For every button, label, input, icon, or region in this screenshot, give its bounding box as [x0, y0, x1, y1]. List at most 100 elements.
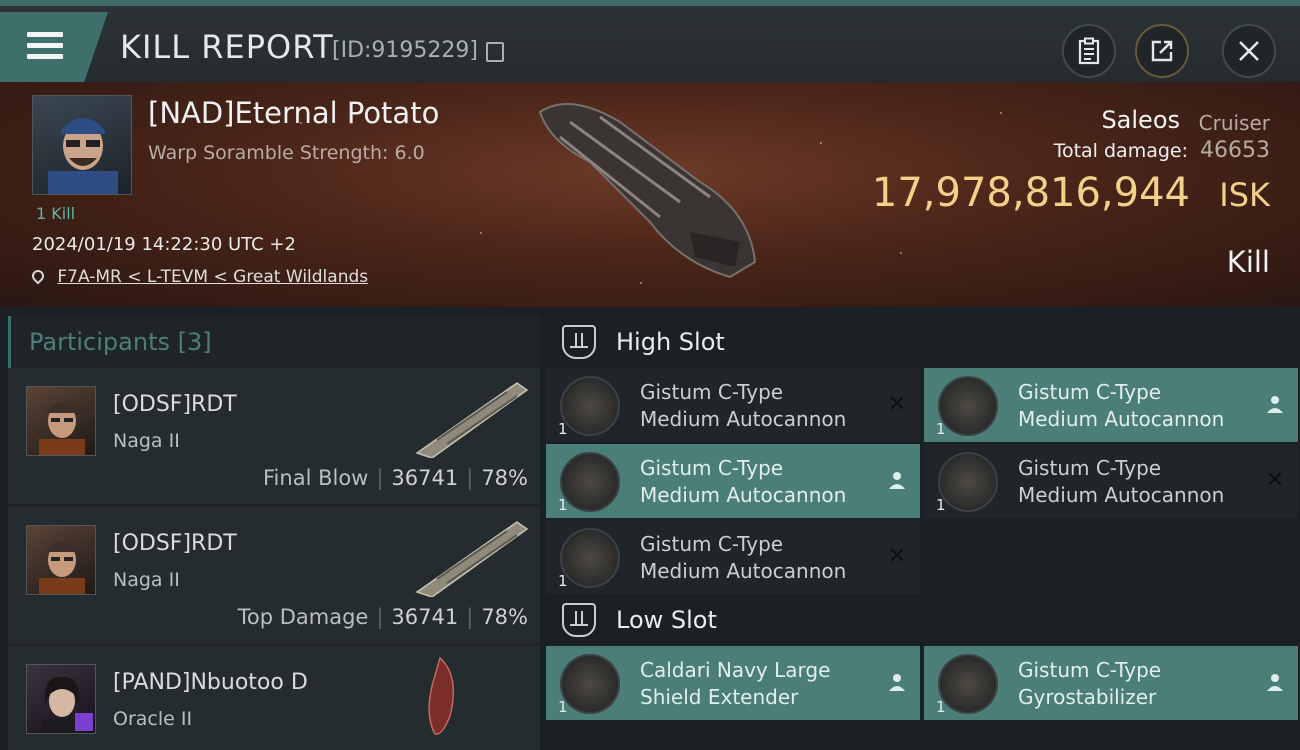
- report-id: [ID:9195229]: [332, 38, 478, 63]
- participant-stats: Final Blow | 36741 | 78%: [263, 466, 528, 490]
- module-type: Medium Autocannon: [1018, 407, 1225, 431]
- kill-location: F7A-MR < L-TEVM < Great Wildlands: [29, 267, 368, 287]
- participant-percent: 78%: [481, 466, 528, 490]
- participant-role: Top Damage: [237, 605, 369, 629]
- module-name: Gistum C-Type: [640, 456, 784, 480]
- copy-icon[interactable]: [486, 42, 504, 62]
- destroyed-icon: ✕: [887, 543, 907, 569]
- low-slot-grid: 1 Caldari Navy Large Shield Extender 1 G…: [546, 646, 1300, 720]
- participant-ship: Naga II: [113, 569, 180, 591]
- high-slot-header: High Slot: [546, 316, 1300, 368]
- victim-name[interactable]: [NAD]Eternal Potato: [148, 96, 439, 130]
- location-pin-icon: [29, 267, 47, 285]
- participants-label: Participants: [29, 328, 170, 356]
- share-button[interactable]: [1135, 24, 1189, 78]
- participant-name: [PAND]Nbuotoo D: [113, 670, 308, 695]
- autocannon-icon: [560, 376, 620, 436]
- low-slot-label: Low Slot: [616, 606, 717, 634]
- fitting-panel: High Slot 1 Gistum C-Type Medium Autocan…: [546, 316, 1300, 750]
- destroyed-icon: ✕: [1265, 467, 1285, 493]
- module-qty: 1: [558, 698, 568, 716]
- isk-value: 17,978,816,944: [871, 170, 1190, 216]
- participant-ship: Naga II: [113, 430, 180, 452]
- clipboard-icon: [1078, 37, 1100, 65]
- kill-type: Kill: [1226, 245, 1270, 279]
- autocannon-icon: [938, 376, 998, 436]
- header-bar: KILL REPORT [ID:9195229]: [0, 0, 1300, 82]
- high-slot-grid: 1 Gistum C-Type Medium Autocannon ✕ 1 Gi…: [546, 368, 1300, 594]
- module-item[interactable]: 1 Gistum C-Type Gyrostabilizer: [924, 646, 1298, 720]
- dropped-person-icon: [889, 674, 905, 691]
- page-title: KILL REPORT: [120, 28, 334, 66]
- module-item[interactable]: 1 Gistum C-Type Medium Autocannon: [546, 444, 920, 518]
- module-name: Gistum C-Type: [640, 532, 784, 556]
- module-qty: 1: [558, 572, 568, 590]
- victim-banner: [NAD]Eternal Potato Warp Soramble Streng…: [0, 82, 1300, 307]
- participant-name: [ODSF]RDT: [113, 392, 237, 417]
- module-item[interactable]: 1 Gistum C-Type Medium Autocannon ✕: [924, 444, 1298, 518]
- autocannon-icon: [560, 528, 620, 588]
- participant-avatar: [26, 386, 96, 456]
- participant-avatar: [26, 664, 96, 734]
- module-item[interactable]: 1 Gistum C-Type Medium Autocannon ✕: [546, 520, 920, 594]
- high-slot-label: High Slot: [616, 328, 725, 356]
- participant-role: Final Blow: [263, 466, 369, 490]
- close-button[interactable]: [1222, 24, 1276, 78]
- participant-row[interactable]: [ODSF]RDT Naga II Final Blow | 36741 | 78%: [8, 368, 540, 504]
- module-type: Medium Autocannon: [640, 483, 847, 507]
- participants-count: [3]: [177, 328, 212, 356]
- participant-damage: 36741: [391, 605, 459, 629]
- dropped-person-icon: [889, 472, 905, 489]
- module-qty: 1: [936, 496, 946, 514]
- module-qty: 1: [936, 698, 946, 716]
- gyrostabilizer-icon: [938, 654, 998, 714]
- victim-ship-image: [538, 103, 757, 279]
- dropped-person-icon: [1267, 396, 1283, 413]
- module-item[interactable]: 1 Gistum C-Type Medium Autocannon ✕: [546, 368, 920, 442]
- clipboard-button[interactable]: [1062, 24, 1116, 78]
- module-type: Medium Autocannon: [640, 407, 847, 431]
- module-item[interactable]: 1 Gistum C-Type Medium Autocannon: [924, 368, 1298, 442]
- participant-damage: 36741: [391, 466, 459, 490]
- participant-avatar: [26, 525, 96, 595]
- participant-ship: Oracle II: [113, 708, 193, 730]
- autocannon-icon: [560, 452, 620, 512]
- participant-row[interactable]: [ODSF]RDT Naga II Top Damage | 36741 | 78%: [8, 507, 540, 643]
- ship-name: Saleos: [1101, 106, 1180, 134]
- total-damage-label: Total damage:: [1053, 140, 1188, 162]
- module-item[interactable]: 1 Caldari Navy Large Shield Extender: [546, 646, 920, 720]
- module-type: Shield Extender: [640, 685, 799, 709]
- dropped-person-icon: [1267, 674, 1283, 691]
- kill-datetime: 2024/01/19 14:22:30 UTC +2: [32, 234, 296, 255]
- participants-panel: Participants [3] [ODSF]RDT Naga II Final…: [8, 316, 540, 750]
- module-name: Caldari Navy Large: [640, 658, 831, 682]
- module-qty: 1: [558, 420, 568, 438]
- warp-scramble-strength: Warp Soramble Strength: 6.0: [148, 142, 425, 164]
- module-type: Medium Autocannon: [640, 559, 847, 583]
- isk-unit: ISK: [1219, 176, 1270, 214]
- module-type: Gyrostabilizer: [1018, 685, 1157, 709]
- participant-row[interactable]: [PAND]Nbuotoo D Oracle II: [8, 646, 540, 750]
- location-link[interactable]: F7A-MR < L-TEVM < Great Wildlands: [57, 267, 368, 287]
- module-qty: 1: [936, 420, 946, 438]
- participant-stats: Top Damage | 36741 | 78%: [237, 605, 528, 629]
- participant-name: [ODSF]RDT: [113, 531, 237, 556]
- autocannon-icon: [938, 452, 998, 512]
- total-damage-value: 46653: [1200, 138, 1270, 163]
- low-slot-icon: [562, 603, 596, 637]
- participant-ship-image: [415, 521, 529, 597]
- close-icon: [1239, 41, 1259, 61]
- menu-button[interactable]: [0, 12, 108, 82]
- victim-avatar[interactable]: [32, 95, 132, 195]
- share-icon: [1151, 40, 1173, 62]
- ship-class: Cruiser: [1198, 111, 1270, 135]
- corp-badge-icon: [75, 713, 93, 731]
- module-name: Gistum C-Type: [1018, 658, 1162, 682]
- shield-extender-icon: [560, 654, 620, 714]
- destroyed-icon: ✕: [887, 391, 907, 417]
- participant-ship-image: [415, 382, 529, 458]
- module-name: Gistum C-Type: [1018, 380, 1162, 404]
- module-qty: 1: [558, 496, 568, 514]
- participant-percent: 78%: [481, 605, 528, 629]
- participant-ship-image: [428, 656, 455, 735]
